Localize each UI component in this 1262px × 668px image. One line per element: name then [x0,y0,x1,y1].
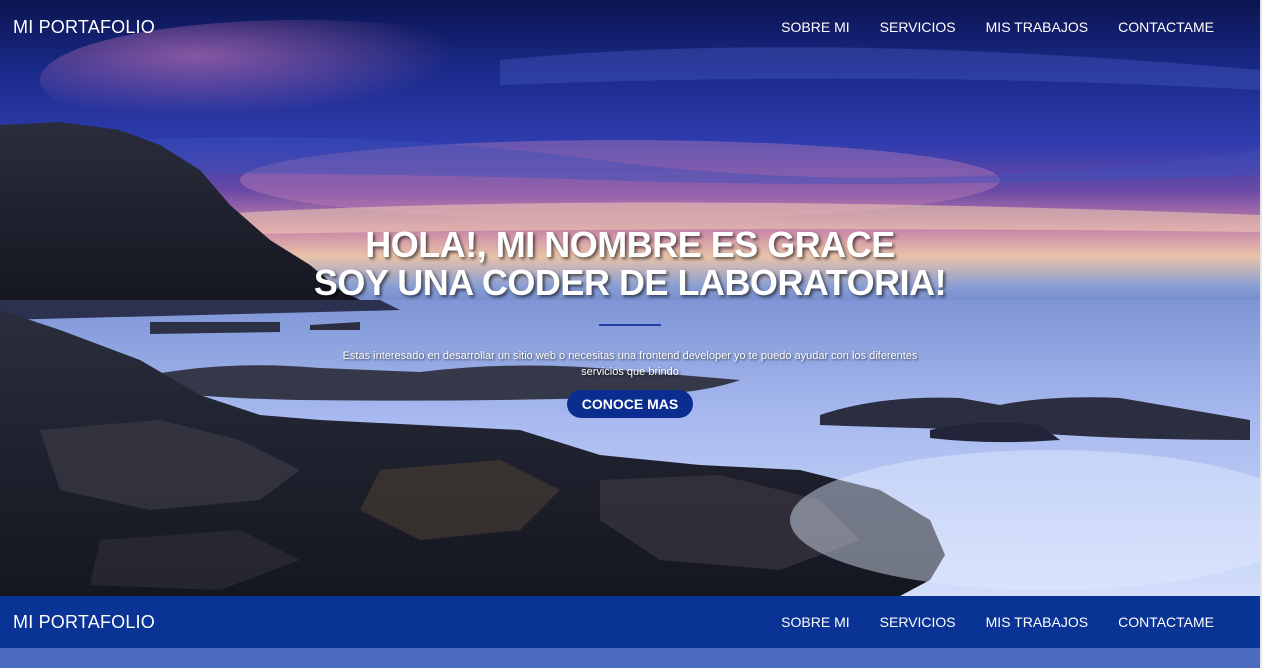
nav-links: SOBRE MI SERVICIOS MIS TRABAJOS CONTACTA… [751,19,1214,35]
next-section-strip [0,648,1260,668]
nav-link-servicios-secondary[interactable]: SERVICIOS [880,614,956,630]
nav-link-servicios[interactable]: SERVICIOS [880,19,956,35]
hero-section: MI PORTAFOLIO SOBRE MI SERVICIOS MIS TRA… [0,0,1260,596]
conoce-mas-button[interactable]: CONOCE MAS [566,390,694,418]
nav-link-sobre-mi[interactable]: SOBRE MI [781,19,849,35]
brand-logo[interactable]: MI PORTAFOLIO [13,17,155,38]
hero-title-line-1: HOLA!, MI NOMBRE ES GRACE [365,224,895,265]
top-navigation: MI PORTAFOLIO SOBRE MI SERVICIOS MIS TRA… [0,0,1260,54]
nav-link-contactame[interactable]: CONTACTAME [1118,19,1214,35]
hero-content: HOLA!, MI NOMBRE ES GRACE SOY UNA CODER … [0,226,1260,418]
hero-title: HOLA!, MI NOMBRE ES GRACE SOY UNA CODER … [0,226,1260,302]
hero-description: Estas interesado en desarrollar un sitio… [342,350,918,378]
nav-link-sobre-mi-secondary[interactable]: SOBRE MI [781,614,849,630]
hero-title-line-2: SOY UNA CODER DE LABORATORIA! [313,262,947,303]
sticky-navigation: MI PORTAFOLIO SOBRE MI SERVICIOS MIS TRA… [0,596,1260,648]
nav-links-secondary: SOBRE MI SERVICIOS MIS TRABAJOS CONTACTA… [751,614,1214,630]
nav-link-contactame-secondary[interactable]: CONTACTAME [1118,614,1214,630]
nav-link-mis-trabajos-secondary[interactable]: MIS TRABAJOS [986,614,1088,630]
hero-divider [599,324,661,326]
brand-logo-secondary[interactable]: MI PORTAFOLIO [13,612,155,633]
nav-link-mis-trabajos[interactable]: MIS TRABAJOS [986,19,1088,35]
